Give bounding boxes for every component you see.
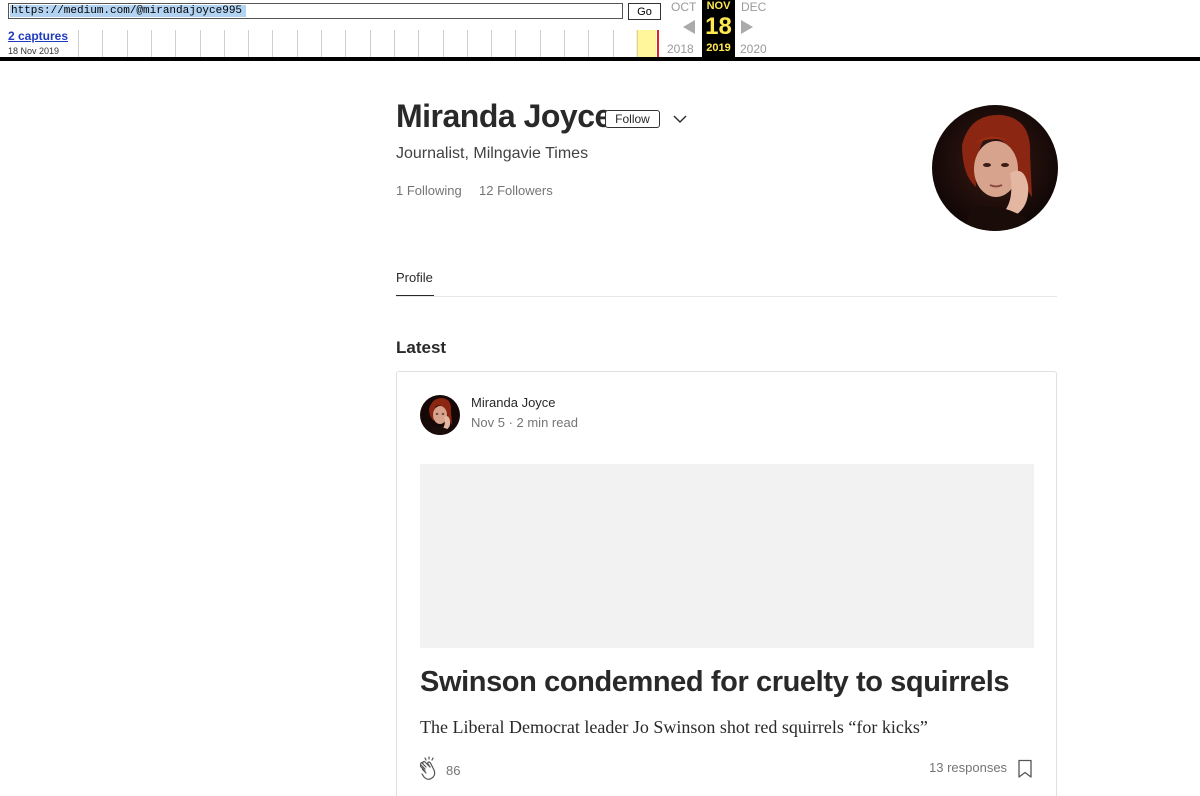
post-author-avatar[interactable] bbox=[420, 395, 460, 435]
post-card[interactable]: Miranda Joyce Nov 5 · 2 min read Swinson… bbox=[396, 371, 1057, 796]
sparkline-month-tick bbox=[466, 30, 468, 57]
captures-link[interactable]: 2 captures bbox=[8, 29, 68, 43]
wayback-go-button[interactable]: Go bbox=[628, 3, 661, 20]
sparkline-month-tick bbox=[296, 30, 298, 57]
prev-month-label[interactable]: OCT bbox=[671, 0, 696, 14]
next-capture-arrow-icon[interactable] bbox=[741, 20, 753, 34]
wayback-toolbar: Go 2 captures 18 Nov 2019 OCT 2018 NOV 1… bbox=[0, 0, 1200, 62]
current-day-label: 18 bbox=[705, 13, 732, 40]
current-month-label: NOV bbox=[706, 0, 731, 12]
profile-bio: Journalist, Milngavie Times bbox=[396, 145, 589, 162]
chevron-down-icon[interactable] bbox=[672, 111, 688, 127]
toolbar-divider bbox=[0, 57, 1200, 61]
sparkline-month-tick bbox=[588, 30, 590, 57]
tabs-divider bbox=[396, 296, 1057, 297]
responses-link[interactable]: 13 responses bbox=[929, 760, 1007, 775]
post-title[interactable]: Swinson condemned for cruelty to squirre… bbox=[420, 666, 1009, 699]
sparkline-month-tick bbox=[636, 30, 638, 57]
sparkline-month-tick bbox=[248, 30, 250, 57]
bookmark-icon[interactable] bbox=[1017, 759, 1033, 779]
author-photo-icon bbox=[420, 395, 460, 435]
sparkline-month-tick bbox=[126, 30, 128, 57]
sparkline-month-tick bbox=[564, 30, 565, 57]
sparkline-month-tick bbox=[515, 30, 517, 57]
next-year-label[interactable]: 2020 bbox=[740, 42, 767, 56]
current-capture-calendar: NOV 18 2019 bbox=[702, 0, 735, 58]
sparkline-month-tick bbox=[78, 30, 79, 57]
sparkline-month-tick bbox=[175, 30, 177, 57]
capture-month-highlight bbox=[636, 30, 656, 57]
sparkline-month-tick bbox=[199, 30, 201, 57]
next-month-label[interactable]: DEC bbox=[741, 0, 766, 14]
wayback-url-input[interactable] bbox=[8, 3, 623, 19]
clap-icon[interactable] bbox=[417, 756, 443, 782]
sparkline-month-tick bbox=[102, 30, 104, 57]
follow-button[interactable]: Follow bbox=[605, 110, 660, 128]
capture-date: 18 Nov 2019 bbox=[8, 46, 60, 56]
author-photo-icon bbox=[932, 105, 1058, 231]
capture-marker bbox=[657, 30, 659, 57]
sparkline-month-tick bbox=[418, 30, 420, 57]
sparkline-month-tick bbox=[345, 30, 347, 57]
capture-sparkline[interactable] bbox=[78, 30, 660, 57]
profile-name: Miranda Joyce bbox=[396, 98, 612, 134]
clap-count: 86 bbox=[446, 763, 461, 778]
sparkline-month-tick bbox=[491, 30, 493, 57]
sparkline-month-tick bbox=[369, 30, 371, 57]
tab-profile[interactable]: Profile bbox=[396, 270, 433, 285]
current-year-label: 2019 bbox=[706, 42, 731, 54]
sparkline-month-tick bbox=[321, 30, 322, 57]
sparkline-month-tick bbox=[539, 30, 541, 57]
following-count-link[interactable]: 1 Following bbox=[396, 183, 462, 198]
sparkline-month-tick bbox=[442, 30, 444, 57]
followers-count-link[interactable]: 12 Followers bbox=[479, 183, 553, 198]
sparkline-month-tick bbox=[393, 30, 395, 57]
sparkline-month-tick bbox=[150, 30, 152, 57]
post-date-readtime: Nov 5 · 2 min read bbox=[471, 415, 578, 430]
profile-avatar bbox=[932, 105, 1058, 231]
prev-capture-arrow-icon[interactable] bbox=[683, 20, 695, 34]
sparkline-month-tick bbox=[612, 30, 614, 57]
post-subtitle[interactable]: The Liberal Democrat leader Jo Swinson s… bbox=[420, 717, 928, 738]
sparkline-month-tick bbox=[272, 30, 274, 57]
prev-year-label[interactable]: 2018 bbox=[667, 42, 694, 56]
post-image-placeholder[interactable] bbox=[420, 464, 1034, 648]
post-author-name[interactable]: Miranda Joyce bbox=[471, 395, 556, 410]
latest-heading: Latest bbox=[396, 338, 447, 357]
sparkline-month-tick bbox=[223, 30, 225, 57]
